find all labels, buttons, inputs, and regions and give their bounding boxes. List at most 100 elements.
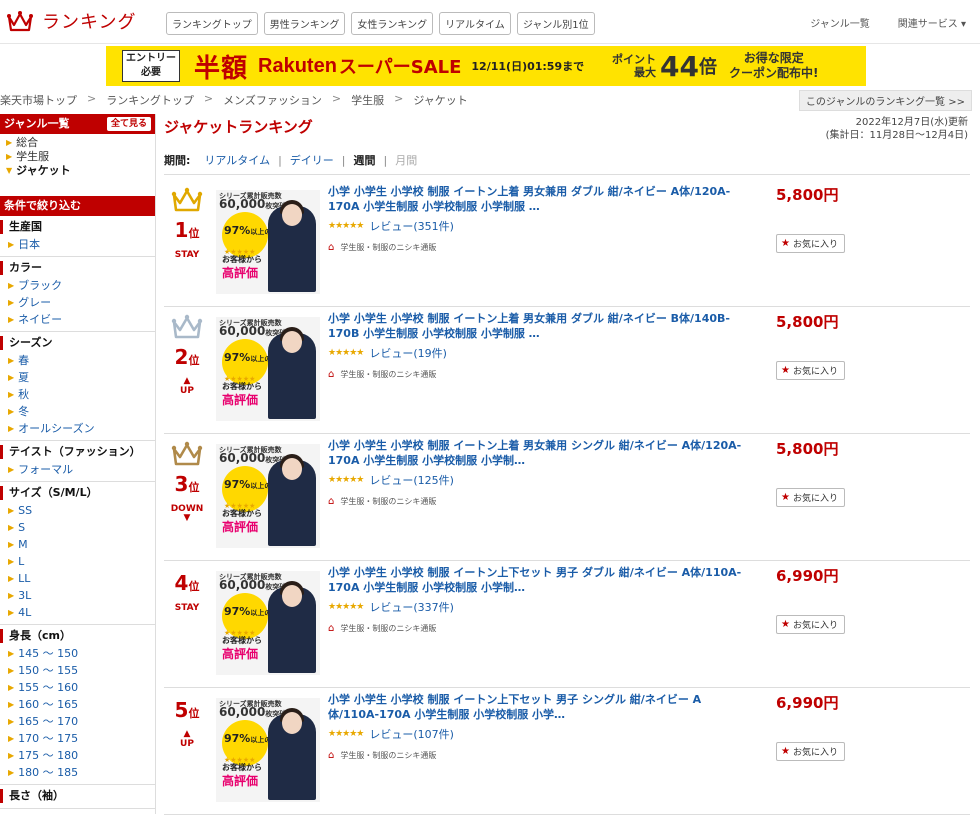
- filter-groups: 生産国 ▶ 日本カラー ▶ ブラック ▶ グレー ▶ ネイビーシーズン ▶ 春 ▶ 夏 ▶ 秋 ▶ 冬 ▶ オールシ…: [0, 216, 155, 809]
- tab-ranking-top[interactable]: ランキングトップ: [166, 12, 258, 35]
- crumb-jacket[interactable]: ジャケット: [413, 92, 467, 108]
- tab-female-ranking[interactable]: 女性ランキング: [351, 12, 434, 35]
- arrow-right-icon: ▶: [8, 683, 15, 692]
- product-title-link[interactable]: 小学 小学生 小学校 制服 イートン上着 男女兼用 ダブル 紺/ネイビー B体/…: [328, 311, 748, 341]
- product-thumbnail[interactable]: シリーズ累計販売数 60,000枚突破 97%以上の ★★★★★ お客様から 高…: [216, 190, 320, 294]
- product-title-link[interactable]: 小学 小学生 小学校 制服 イートン上下セット 男子 ダブル 紺/ネイビー A体…: [328, 565, 748, 595]
- tab-realtime[interactable]: リアルタイム: [439, 12, 511, 35]
- rank-badge: 1位 STAY: [170, 186, 204, 260]
- shop-link[interactable]: ⌂ 学生服・制服のニシキ通販: [328, 496, 436, 507]
- filter-option[interactable]: ▶ ブラック: [0, 277, 155, 294]
- banner-sale-text: スーパーSALE: [338, 57, 462, 78]
- star-icon: ★: [781, 238, 790, 249]
- filter-option[interactable]: ▶ 175 ～ 180: [0, 747, 155, 764]
- banner-multiplier: 44: [660, 49, 699, 83]
- filter-group: シーズン ▶ 春 ▶ 夏 ▶ 秋 ▶ 冬 ▶ オールシーズン: [0, 332, 155, 441]
- shop-link[interactable]: ⌂ 学生服・制服のニシキ通販: [328, 242, 436, 253]
- filter-option[interactable]: ▶ 180 ～ 185: [0, 764, 155, 781]
- genre-ranking-list-link[interactable]: このジャンルのランキング一覧 >>: [798, 90, 972, 111]
- rank-number: 4位: [174, 571, 200, 595]
- review-link[interactable]: ★★★★★ レビュー(125件): [328, 472, 454, 488]
- crumb-separator: >: [87, 92, 97, 105]
- filter-option[interactable]: ▶ 夏: [0, 369, 155, 386]
- filter-option[interactable]: ▶ 170 ～ 175: [0, 730, 155, 747]
- filter-header: 条件で絞り込む: [0, 196, 155, 216]
- filter-group-title: カラー: [0, 261, 155, 275]
- review-link[interactable]: ★★★★★ レビュー(19件): [328, 345, 447, 361]
- filter-option[interactable]: ▶ 150 ～ 155: [0, 662, 155, 679]
- filter-option[interactable]: ▶ オールシーズン: [0, 420, 155, 437]
- rank-number: 2位: [174, 345, 200, 369]
- filter-option[interactable]: ▶ 冬: [0, 403, 155, 420]
- favorite-button[interactable]: ★ お気に入り: [776, 615, 845, 634]
- shop-link[interactable]: ⌂ 学生服・制服のニシキ通販: [328, 623, 436, 634]
- period-monthly: 月間: [395, 154, 418, 167]
- review-link[interactable]: ★★★★★ レビュー(351件): [328, 218, 454, 234]
- related-services-link[interactable]: 関連サービス ▾: [898, 15, 966, 30]
- ranking-item: 4位 STAY シリーズ累計販売数 60,000枚突破 97%以上の ★★★★★…: [164, 561, 970, 688]
- favorite-button[interactable]: ★ お気に入り: [776, 488, 845, 507]
- product-title-link[interactable]: 小学 小学生 小学校 制服 イートン上着 男女兼用 ダブル 紺/ネイビー A体/…: [328, 184, 748, 214]
- arrow-right-icon: ▶: [6, 138, 13, 147]
- review-link[interactable]: ★★★★★ レビュー(337件): [328, 599, 454, 615]
- banner-coupon-text: お得な限定 クーポン配布中!: [728, 51, 819, 80]
- rank-badge: 4位 STAY: [170, 567, 204, 613]
- filter-option[interactable]: ▶ 秋: [0, 386, 155, 403]
- crumb-uniform[interactable]: 学生服: [351, 92, 384, 108]
- shop-link[interactable]: ⌂ 学生服・制服のニシキ通販: [328, 750, 436, 761]
- favorite-button[interactable]: ★ お気に入り: [776, 234, 845, 253]
- genre-item-general[interactable]: ▶ 総合: [6, 136, 155, 150]
- genre-item-uniform[interactable]: ▶ 学生服: [6, 150, 155, 164]
- period-separator: |: [383, 153, 388, 167]
- filter-option[interactable]: ▶ L: [0, 553, 155, 570]
- period-realtime[interactable]: リアルタイム: [204, 152, 270, 168]
- rank-badge: 5位 ▲ UP: [170, 694, 204, 749]
- tab-genre-first[interactable]: ジャンル別1位: [516, 12, 595, 35]
- crown-icon: [171, 314, 203, 339]
- review-link[interactable]: ★★★★★ レビュー(107件): [328, 726, 454, 742]
- filter-option[interactable]: ▶ M: [0, 536, 155, 553]
- favorite-button[interactable]: ★ お気に入り: [776, 361, 845, 380]
- genre-item-jacket[interactable]: ▼ ジャケット: [6, 164, 155, 178]
- product-thumbnail[interactable]: シリーズ累計販売数 60,000枚突破 97%以上の ★★★★★ お客様から 高…: [216, 698, 320, 802]
- product-title-link[interactable]: 小学 小学生 小学校 制服 イートン上着 男女兼用 シングル 紺/ネイビー A体…: [328, 438, 748, 468]
- filter-option[interactable]: ▶ 145 ～ 150: [0, 645, 155, 662]
- filter-option[interactable]: ▶ S: [0, 519, 155, 536]
- filter-option[interactable]: ▶ 165 ～ 170: [0, 713, 155, 730]
- product-thumbnail[interactable]: シリーズ累計販売数 60,000枚突破 97%以上の ★★★★★ お客様から 高…: [216, 571, 320, 675]
- arrow-right-icon: ▶: [8, 281, 15, 290]
- favorite-button[interactable]: ★ お気に入り: [776, 742, 845, 761]
- filter-option[interactable]: ▶ 4L: [0, 604, 155, 621]
- filter-option[interactable]: ▶ 155 ～ 160: [0, 679, 155, 696]
- site-header: ランキング ランキングトップ 男性ランキング 女性ランキング リアルタイム ジャ…: [0, 0, 980, 44]
- product-thumbnail[interactable]: シリーズ累計販売数 60,000枚突破 97%以上の ★★★★★ お客様から 高…: [216, 444, 320, 548]
- genre-list-header-link[interactable]: ジャンル一覧: [810, 15, 870, 30]
- crumb-mens-fashion[interactable]: メンズファッション: [223, 92, 322, 108]
- filter-option[interactable]: ▶ 3L: [0, 587, 155, 604]
- filter-option[interactable]: ▶ 160 ～ 165: [0, 696, 155, 713]
- rating-stars-icon: ★★★★★: [328, 602, 364, 612]
- shop-link[interactable]: ⌂ 学生服・制服のニシキ通販: [328, 369, 436, 380]
- filter-option[interactable]: ▶ フォーマル: [0, 461, 155, 478]
- filter-option[interactable]: ▶ ネイビー: [0, 311, 155, 328]
- product-title-link[interactable]: 小学 小学生 小学校 制服 イートン上下セット 男子 シングル 紺/ネイビー A…: [328, 692, 748, 722]
- filter-option[interactable]: ▶ LL: [0, 570, 155, 587]
- filter-option[interactable]: ▶ SS: [0, 502, 155, 519]
- banner-point-area: ポイント 最大 44 倍 お得な限定 クーポン配布中!: [604, 46, 866, 86]
- crumb-rakuten-top[interactable]: 楽天市場トップ: [0, 92, 77, 108]
- ranking-logo[interactable]: ランキング: [6, 8, 136, 34]
- product-thumbnail[interactable]: シリーズ累計販売数 60,000枚突破 97%以上の ★★★★★ お客様から 高…: [216, 317, 320, 421]
- tab-male-ranking[interactable]: 男性ランキング: [263, 12, 346, 35]
- filter-group-title: シーズン: [0, 336, 155, 350]
- filter-option[interactable]: ▶ 春: [0, 352, 155, 369]
- filter-option[interactable]: ▶ 日本: [0, 236, 155, 253]
- filter-group-title: 生産国: [0, 220, 155, 234]
- see-all-button[interactable]: 全て見る: [106, 117, 151, 131]
- super-sale-banner[interactable]: エントリー必要 半額 Rakuten スーパーSALE 12/11(日)01:5…: [106, 46, 866, 86]
- divider: [164, 174, 970, 175]
- period-daily[interactable]: デイリー: [290, 152, 334, 168]
- breadcrumb: 楽天市場トップ > ランキングトップ > メンズファッション > 学生服 > ジ…: [0, 92, 478, 108]
- rank-badge: 2位 ▲ UP: [170, 313, 204, 396]
- filter-option[interactable]: ▶ グレー: [0, 294, 155, 311]
- crumb-ranking-top[interactable]: ランキングトップ: [106, 92, 194, 108]
